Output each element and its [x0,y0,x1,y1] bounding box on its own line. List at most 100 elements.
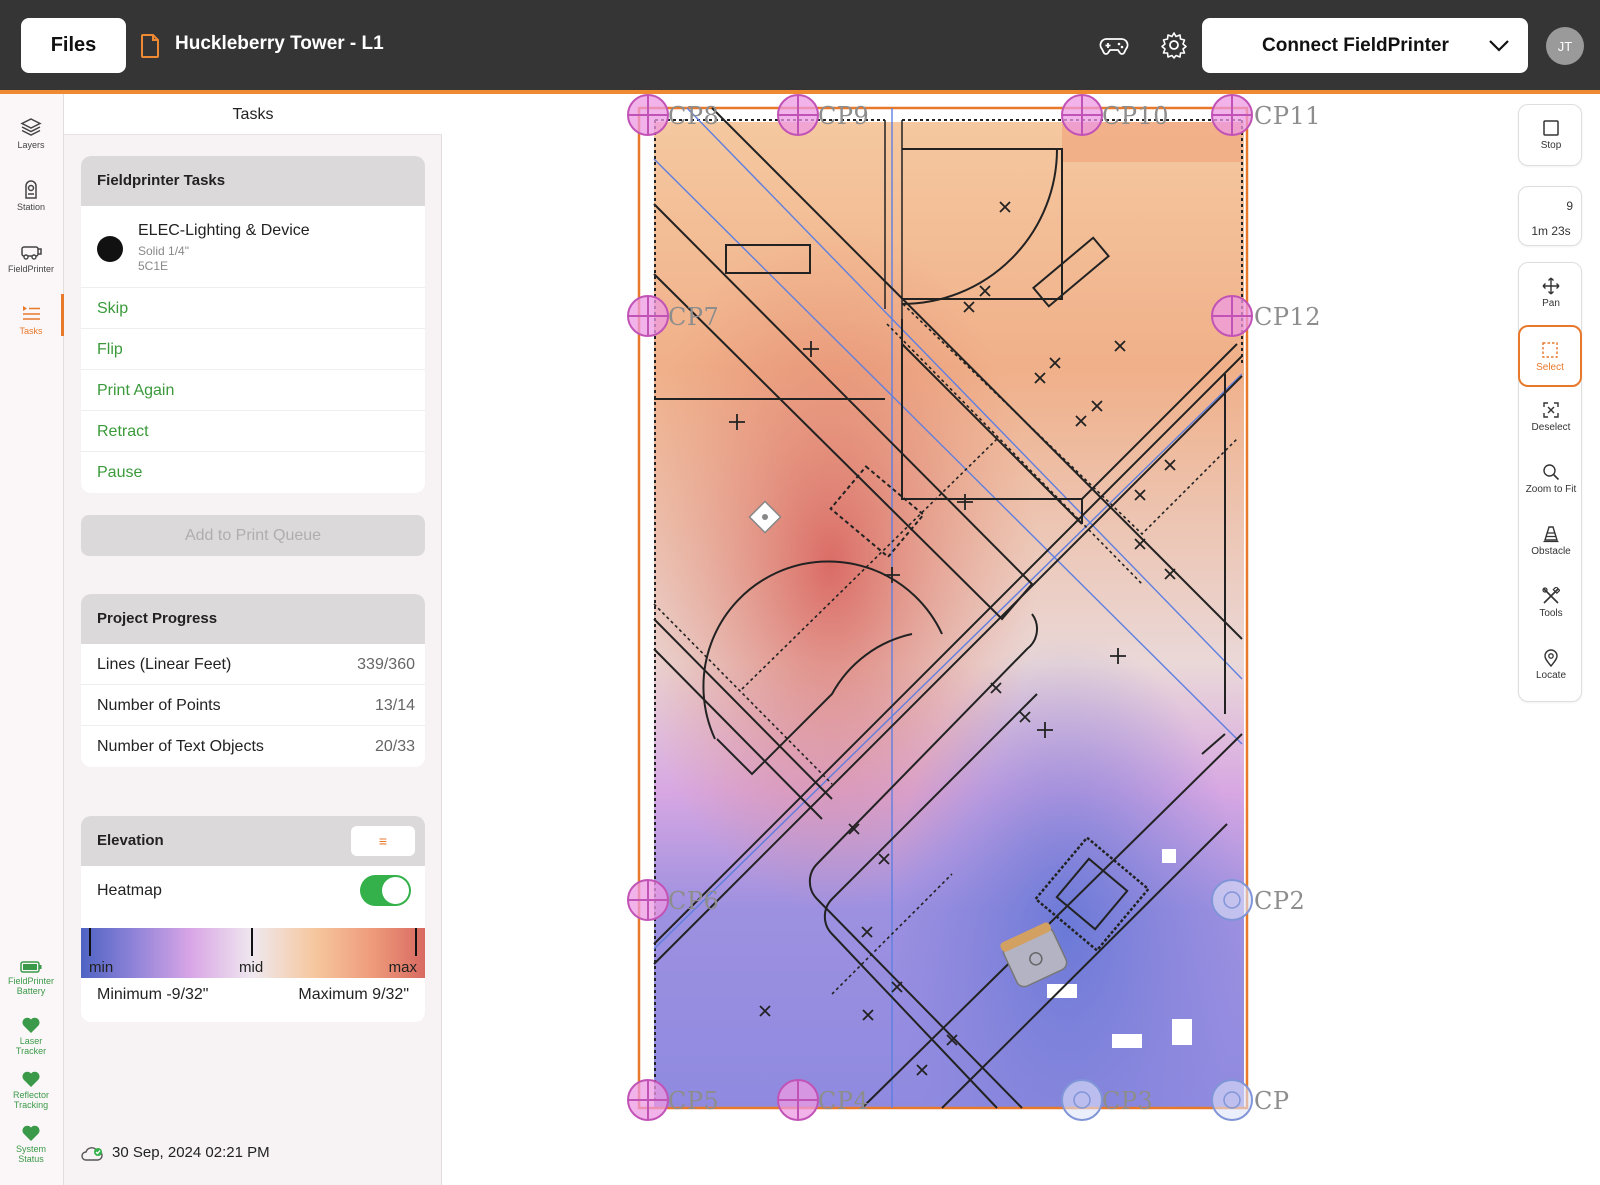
scale-max-label: max [388,959,417,976]
cp-label: CP [1254,1087,1290,1115]
rail-item-fieldprinter[interactable]: FieldPrinter [0,232,62,290]
progress-row: Number of Text Objects 20/33 [81,726,425,767]
connect-fieldprinter-label: Connect FieldPrinter [1262,35,1449,56]
status-label-line2: Battery [16,986,46,996]
cp-label: CP10 [1102,102,1170,130]
tools-icon [1542,587,1560,604]
files-button[interactable]: Files [21,18,126,73]
status-system[interactable]: System Status [0,1124,62,1164]
chevron-down-icon [1489,40,1509,52]
scale-min-label: min [89,959,114,976]
pan-tool[interactable]: Pan [1519,263,1583,325]
heatmap-toggle[interactable] [360,875,411,906]
zoom-to-fit-label: Zoom to Fit [1525,484,1577,495]
project-progress-header: Project Progress [81,594,425,644]
cp-marker[interactable] [1211,1079,1253,1121]
cp-marker[interactable] [777,94,819,136]
pan-icon [1542,277,1560,295]
status-label-line2: Tracking [13,1100,49,1110]
elevation-maximum: Maximum 9/32" [298,986,409,1003]
deselect-icon [1543,402,1559,418]
elevation-card: Elevation ≡ Heatmap min mid max Minimum … [81,816,425,1022]
cp-marker[interactable] [1211,94,1253,136]
elevation-minimum: Minimum -9/32" [97,986,209,1003]
heatmap-row: Heatmap [81,866,425,916]
scale-tick-max [415,928,417,956]
print-again-button[interactable]: Print Again [81,370,425,411]
rail-item-station[interactable]: Station [0,170,62,228]
rail-item-layers[interactable]: Layers [0,108,62,166]
cp-marker[interactable] [777,1079,819,1121]
select-label: Select [1536,362,1564,373]
tasks-panel: Tasks Fieldprinter Tasks ELEC-Lighting &… [64,94,442,1185]
print-elapsed-time: 1m 23s [1531,224,1571,238]
locate-icon [1544,649,1558,667]
flip-button[interactable]: Flip [81,329,425,370]
cp-marker[interactable] [1061,1079,1103,1121]
scale-tick-mid [251,928,253,956]
elevation-menu-button[interactable]: ≡ [351,826,415,856]
status-label-line1: Laser [19,1036,43,1046]
add-to-print-queue-button[interactable]: Add to Print Queue [81,515,425,556]
select-tool[interactable]: Select [1518,325,1582,387]
gamepad-icon[interactable] [1099,30,1129,60]
stop-label: Stop [1540,140,1562,151]
pause-button[interactable]: Pause [81,452,425,493]
cp-marker[interactable] [1061,94,1103,136]
cp-marker[interactable] [1211,879,1253,921]
skip-button[interactable]: Skip [81,288,425,329]
connect-fieldprinter-dropdown[interactable]: Connect FieldPrinter [1202,18,1528,73]
deselect-tool[interactable]: Deselect [1519,387,1583,449]
tools-tool[interactable]: Tools [1519,573,1583,635]
zoom-to-fit-tool[interactable]: Zoom to Fit [1519,449,1583,511]
battery-icon [20,961,42,973]
map-tools-card: Pan Select Deselect Zoom to Fit Obstacle [1518,262,1582,702]
status-label-line2: Status [18,1154,44,1164]
layers-icon [20,118,42,136]
tasks-icon [23,306,40,320]
status-laser-tracker[interactable]: Laser Tracker [0,1016,62,1056]
obstacle-icon [1543,526,1559,543]
locate-label: Locate [1535,670,1567,681]
status-fieldprinter-battery[interactable]: FieldPrinter Battery [0,960,62,996]
status-reflector-tracking[interactable]: Reflector Tracking [0,1070,62,1110]
project-progress-card: Project Progress Lines (Linear Feet) 339… [81,594,425,767]
progress-label: Lines (Linear Feet) [97,656,232,673]
locate-tool[interactable]: Locate [1519,635,1583,697]
task-item[interactable]: ELEC-Lighting & Device Solid 1/4" 5C1E [81,206,425,288]
cp-marker[interactable] [627,295,669,337]
deselect-label: Deselect [1531,422,1571,433]
cp-label: CP9 [818,102,870,130]
cp-label: CP2 [1254,887,1306,915]
rail-item-tasks[interactable]: Tasks [0,294,64,352]
gear-icon[interactable] [1159,30,1189,60]
rail-label-tasks: Tasks [19,326,43,336]
stop-button[interactable]: Stop [1519,105,1583,167]
cp-marker[interactable] [627,1079,669,1121]
task-name: ELEC-Lighting & Device [138,222,310,239]
left-rail: Layers Station FieldPrinter Tasks FieldP… [0,94,64,1185]
retract-button[interactable]: Retract [81,411,425,452]
status-label-line1: FieldPrinter [7,976,54,986]
pan-label: Pan [1542,298,1560,309]
task-style: Solid 1/4" [138,244,189,258]
task-code: 5C1E [138,259,169,273]
heatmap-layer [654,122,1244,1107]
cp-marker[interactable] [627,94,669,136]
heart-icon [22,1071,40,1087]
elevation-title: Elevation [97,832,164,849]
cp-label: CP11 [1254,102,1322,130]
progress-value: 20/33 [374,738,415,755]
tools-label: Tools [1539,608,1563,619]
scale-tick-min [89,928,91,956]
obstacle-tool[interactable]: Obstacle [1519,511,1583,573]
cp-marker[interactable] [1211,295,1253,337]
elevation-header: Elevation ≡ [81,816,425,866]
progress-row: Lines (Linear Feet) 339/360 [81,644,425,685]
cp-marker[interactable] [627,879,669,921]
cp-label: CP8 [668,102,720,130]
user-avatar[interactable]: JT [1546,27,1584,65]
floorplan-canvas[interactable]: CP8 CP9 CP10 CP11 CP7 CP12 CP6 CP2 CP5 C… [442,94,1512,1185]
heatmap-scale: min mid max [81,928,425,978]
rail-label-layers: Layers [17,140,45,150]
